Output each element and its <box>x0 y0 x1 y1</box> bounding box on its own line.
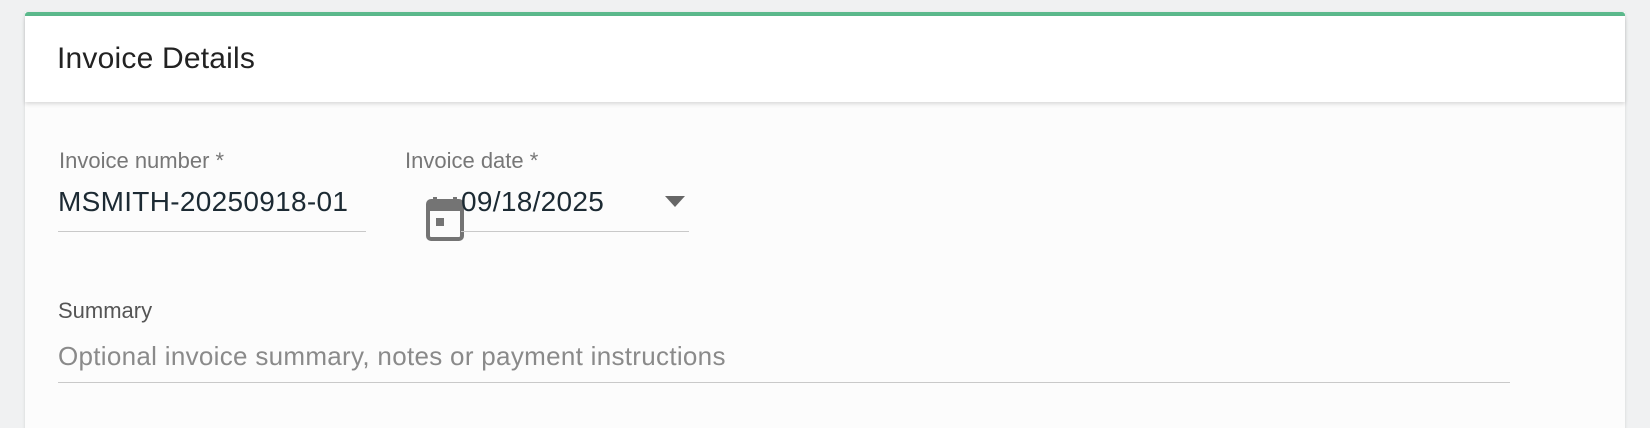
calendar-icon[interactable] <box>426 197 464 241</box>
invoice-page: Invoice Details Invoice number * MSMITH-… <box>0 0 1650 428</box>
chevron-down-icon[interactable] <box>665 196 685 208</box>
invoice-number-input[interactable]: MSMITH-20250918-01 <box>58 186 348 218</box>
summary-label: Summary <box>58 298 153 323</box>
summary-input[interactable] <box>58 338 1508 374</box>
card-title: Invoice Details <box>57 42 256 75</box>
invoice-date-input[interactable]: 09/18/2025 <box>461 186 604 218</box>
invoice-number-underline <box>58 231 366 232</box>
invoice-date-underline <box>461 231 689 232</box>
card-header: Invoice Details <box>25 16 1625 102</box>
invoice-details-card: Invoice Details Invoice number * MSMITH-… <box>25 12 1625 428</box>
invoice-date-label: Invoice date * <box>405 148 539 173</box>
invoice-number-label: Invoice number * <box>59 148 225 173</box>
summary-underline <box>58 382 1510 383</box>
